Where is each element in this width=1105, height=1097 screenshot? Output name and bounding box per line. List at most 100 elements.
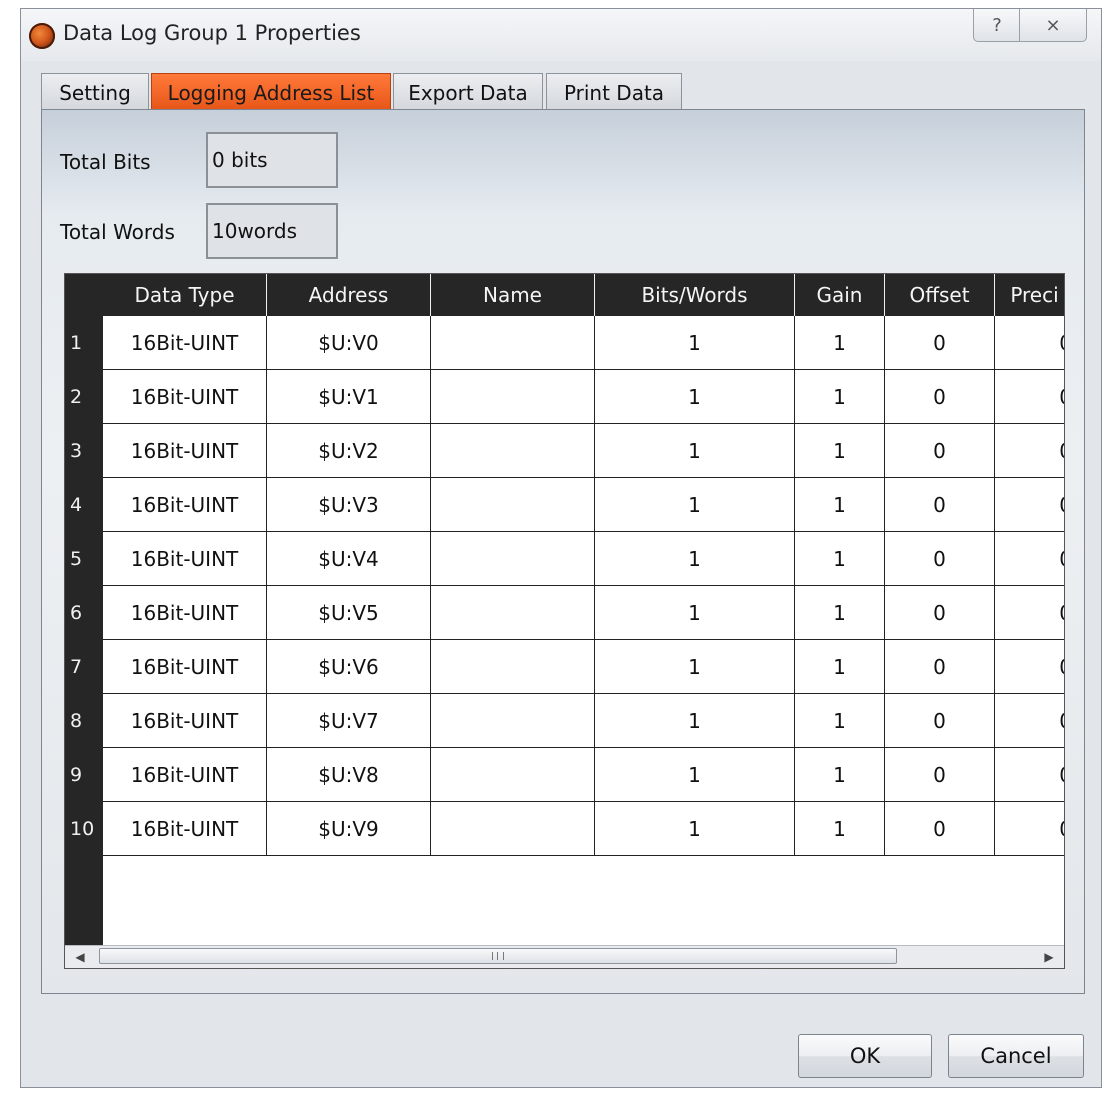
cell-gain[interactable]: 1 — [795, 424, 885, 478]
row-header[interactable]: 4 — [65, 478, 103, 532]
column-header-bits-words[interactable]: Bits/Words — [595, 274, 795, 316]
cell-name[interactable] — [431, 640, 595, 694]
cell-gain[interactable]: 1 — [795, 586, 885, 640]
row-header[interactable]: 7 — [65, 640, 103, 694]
column-header-address[interactable]: Address — [267, 274, 431, 316]
tab-export-data[interactable]: Export Data — [393, 73, 543, 111]
cell-offset[interactable]: 0 — [885, 802, 995, 856]
cell-bits-words[interactable]: 1 — [595, 586, 795, 640]
close-button[interactable]: ⨯ — [1019, 9, 1087, 42]
row-header[interactable]: 2 — [65, 370, 103, 424]
cell-address[interactable]: $U:V4 — [267, 532, 431, 586]
cell-name[interactable] — [431, 424, 595, 478]
cell-bits-words[interactable]: 1 — [595, 694, 795, 748]
cell-offset[interactable]: 0 — [885, 586, 995, 640]
scroll-right-arrow-icon[interactable]: ▶ — [1034, 946, 1064, 968]
cell-name[interactable] — [431, 316, 595, 370]
tab-setting[interactable]: Setting — [41, 73, 149, 111]
cell-gain[interactable]: 1 — [795, 370, 885, 424]
cell-data-type[interactable]: 16Bit-UINT — [103, 370, 267, 424]
cell-offset[interactable]: 0 — [885, 640, 995, 694]
cell-address[interactable]: $U:V5 — [267, 586, 431, 640]
cell-name[interactable] — [431, 802, 595, 856]
row-header[interactable]: 9 — [65, 748, 103, 802]
cell-offset[interactable]: 0 — [885, 478, 995, 532]
cell-name[interactable] — [431, 694, 595, 748]
cell-bits-words[interactable]: 1 — [595, 640, 795, 694]
cell-bits-words[interactable]: 1 — [595, 532, 795, 586]
cell-gain[interactable]: 1 — [795, 748, 885, 802]
cell-offset[interactable]: 0 — [885, 748, 995, 802]
cell-data-type[interactable]: 16Bit-UINT — [103, 694, 267, 748]
cell-gain[interactable]: 1 — [795, 802, 885, 856]
cell-bits-words[interactable]: 1 — [595, 478, 795, 532]
cell-data-type[interactable]: 16Bit-UINT — [103, 802, 267, 856]
cell-data-type[interactable]: 16Bit-UINT — [103, 316, 267, 370]
cell-address[interactable]: $U:V8 — [267, 748, 431, 802]
cell-bits-words[interactable]: 1 — [595, 370, 795, 424]
row-header[interactable]: 10 — [65, 802, 103, 856]
cell-data-type[interactable]: 16Bit-UINT — [103, 586, 267, 640]
title-bar[interactable]: Data Log Group 1 Properties ? ⨯ — [21, 9, 1101, 61]
cell-bits-words[interactable]: 1 — [595, 802, 795, 856]
help-button[interactable]: ? — [973, 9, 1021, 42]
cell-precision[interactable]: 0 — [995, 478, 1064, 532]
cell-precision[interactable]: 0 — [995, 748, 1064, 802]
cell-address[interactable]: $U:V1 — [267, 370, 431, 424]
cell-name[interactable] — [431, 478, 595, 532]
cell-offset[interactable]: 0 — [885, 370, 995, 424]
cell-precision[interactable]: 0 — [995, 316, 1064, 370]
scroll-left-arrow-icon[interactable]: ◀ — [65, 946, 95, 968]
cell-offset[interactable]: 0 — [885, 694, 995, 748]
cell-precision[interactable]: 0 — [995, 802, 1064, 856]
scroll-thumb[interactable] — [99, 948, 897, 964]
cell-gain[interactable]: 1 — [795, 694, 885, 748]
cell-offset[interactable]: 0 — [885, 424, 995, 478]
tab-print-data[interactable]: Print Data — [546, 73, 682, 111]
column-header-name[interactable]: Name — [431, 274, 595, 316]
cell-data-type[interactable]: 16Bit-UINT — [103, 748, 267, 802]
cell-data-type[interactable]: 16Bit-UINT — [103, 640, 267, 694]
row-header[interactable]: 5 — [65, 532, 103, 586]
cell-gain[interactable]: 1 — [795, 532, 885, 586]
ok-button[interactable]: OK — [798, 1034, 932, 1078]
row-header[interactable]: 3 — [65, 424, 103, 478]
column-header-offset[interactable]: Offset — [885, 274, 995, 316]
cell-gain[interactable]: 1 — [795, 316, 885, 370]
cell-precision[interactable]: 0 — [995, 424, 1064, 478]
address-list-grid[interactable]: ◀ ▶ Data Type Address Name Bits/Words Gain Of… — [64, 273, 1065, 969]
cell-precision[interactable]: 0 — [995, 640, 1064, 694]
cell-name[interactable] — [431, 748, 595, 802]
cell-address[interactable]: $U:V3 — [267, 478, 431, 532]
cell-bits-words[interactable]: 1 — [595, 424, 795, 478]
cell-precision[interactable]: 0 — [995, 370, 1064, 424]
cell-address[interactable]: $U:V7 — [267, 694, 431, 748]
cell-offset[interactable]: 0 — [885, 316, 995, 370]
cell-bits-words[interactable]: 1 — [595, 748, 795, 802]
row-header[interactable]: 8 — [65, 694, 103, 748]
cell-address[interactable]: $U:V9 — [267, 802, 431, 856]
cell-address[interactable]: $U:V0 — [267, 316, 431, 370]
row-header[interactable]: 1 — [65, 316, 103, 370]
cell-precision[interactable]: 0 — [995, 532, 1064, 586]
cancel-button[interactable]: Cancel — [948, 1034, 1084, 1078]
column-header-gain[interactable]: Gain — [795, 274, 885, 316]
cell-precision[interactable]: 0 — [995, 586, 1064, 640]
cell-gain[interactable]: 1 — [795, 640, 885, 694]
horizontal-scrollbar[interactable]: ◀ ▶ — [65, 945, 1064, 968]
cell-name[interactable] — [431, 586, 595, 640]
column-header-data-type[interactable]: Data Type — [103, 274, 267, 316]
cell-data-type[interactable]: 16Bit-UINT — [103, 424, 267, 478]
tab-logging-address-list[interactable]: Logging Address List — [151, 73, 391, 111]
cell-gain[interactable]: 1 — [795, 478, 885, 532]
cell-name[interactable] — [431, 532, 595, 586]
cell-address[interactable]: $U:V6 — [267, 640, 431, 694]
column-header-precision[interactable]: Preci — [995, 274, 1064, 316]
cell-precision[interactable]: 0 — [995, 694, 1064, 748]
cell-data-type[interactable]: 16Bit-UINT — [103, 532, 267, 586]
cell-data-type[interactable]: 16Bit-UINT — [103, 478, 267, 532]
row-header[interactable]: 6 — [65, 586, 103, 640]
cell-bits-words[interactable]: 1 — [595, 316, 795, 370]
cell-name[interactable] — [431, 370, 595, 424]
cell-address[interactable]: $U:V2 — [267, 424, 431, 478]
